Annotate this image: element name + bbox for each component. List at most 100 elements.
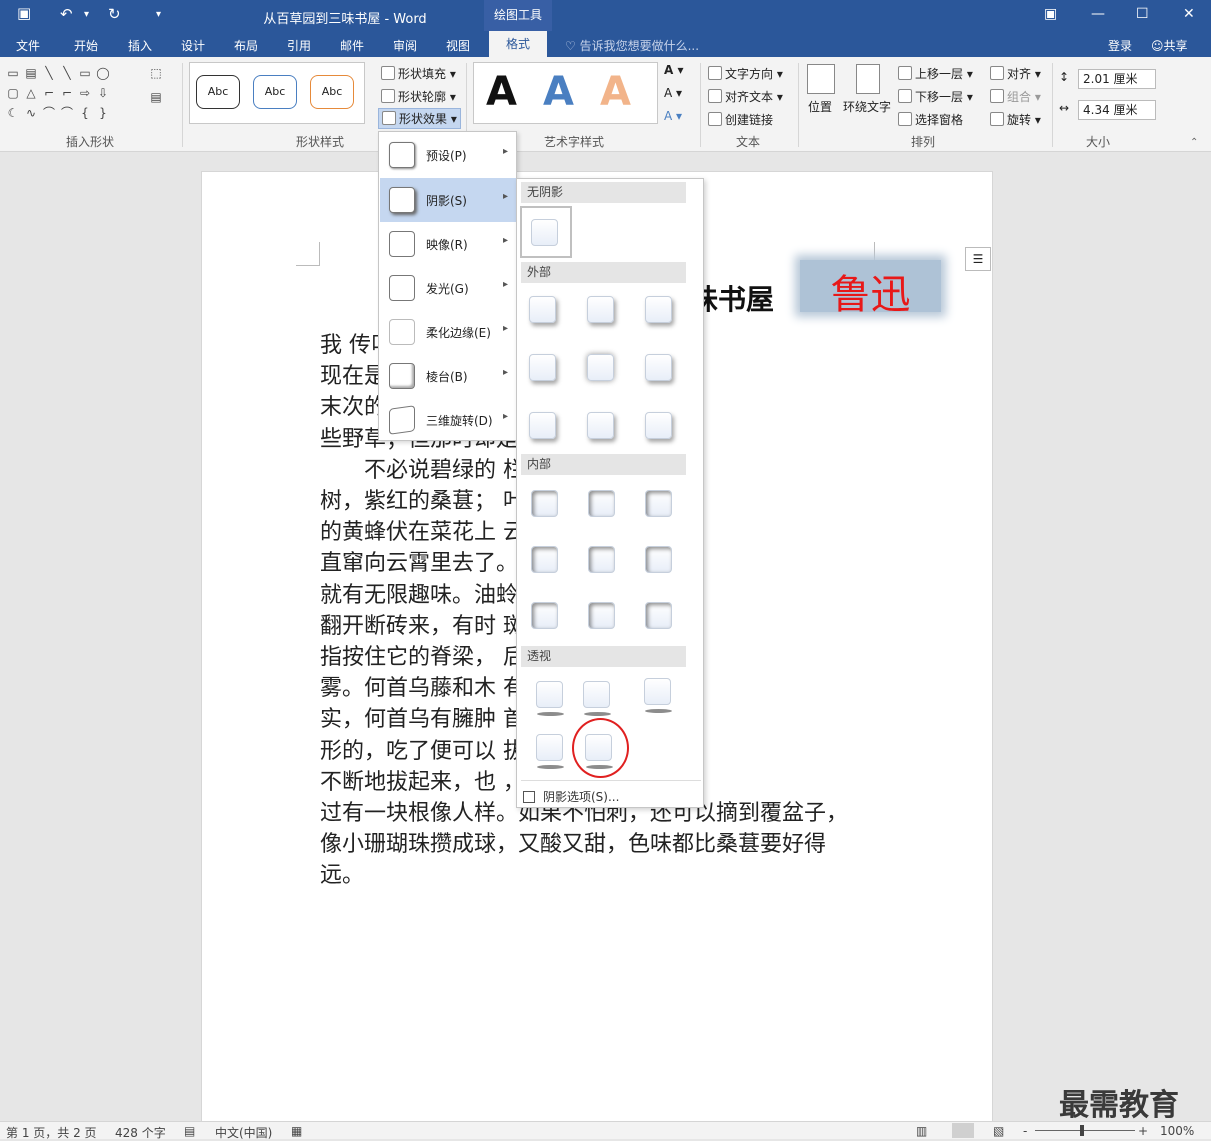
redo-icon[interactable]: ↻	[108, 5, 121, 23]
tab-layout[interactable]: 布局	[234, 37, 258, 54]
shape-wave[interactable]: ∿	[24, 107, 38, 119]
zoom-in-button[interactable]: +	[1138, 1124, 1148, 1138]
shadow-inner-option[interactable]	[588, 602, 615, 629]
restore-button[interactable]: ☐	[1136, 6, 1149, 22]
shadow-inner-option[interactable]	[588, 490, 615, 517]
zoom-out-button[interactable]: -	[1023, 1124, 1027, 1138]
menu-item-bevel[interactable]: 棱台(B) ▸	[380, 354, 516, 398]
close-button[interactable]: ✕	[1183, 6, 1195, 22]
align-text-button[interactable]: 对齐文本 ▾	[708, 88, 783, 105]
share-button[interactable]: ☺共享	[1151, 37, 1188, 54]
menu-item-soft-edges[interactable]: 柔化边缘(E) ▸	[380, 310, 516, 354]
shape-fill-button[interactable]: 形状填充 ▾	[381, 65, 456, 82]
save-icon[interactable]: ▣	[17, 4, 31, 22]
layout-options-icon[interactable]: ☰	[965, 247, 991, 271]
shape-right-brace[interactable]: }	[96, 107, 110, 119]
shape-outline-button[interactable]: 形状轮廓 ▾	[381, 88, 456, 105]
rotate-button[interactable]: 旋转 ▾	[990, 111, 1041, 128]
tab-review[interactable]: 审阅	[393, 37, 417, 54]
shadow-perspective-option[interactable]	[583, 681, 611, 716]
tab-view[interactable]: 视图	[446, 37, 470, 54]
word-count[interactable]: 428 个字	[115, 1124, 166, 1141]
shape-style-sample-black[interactable]: Abc	[196, 75, 240, 109]
shadow-perspective-option[interactable]	[536, 681, 564, 716]
shape-elbow-arrow[interactable]: ⌐	[60, 87, 74, 99]
width-field[interactable]: 4.34 厘米	[1078, 100, 1156, 120]
tell-me-search[interactable]: ♡ 告诉我您想要做什么...	[565, 37, 699, 54]
selection-pane-button[interactable]: 选择窗格	[898, 111, 963, 128]
shadow-inner-option[interactable]	[645, 546, 672, 573]
shadow-inner-option[interactable]	[645, 490, 672, 517]
position-button[interactable]: 位置	[808, 98, 832, 115]
height-field[interactable]: 2.01 厘米	[1078, 69, 1156, 89]
login-link[interactable]: 登录	[1108, 37, 1132, 54]
edit-shape-icon[interactable]: ⬚	[149, 67, 163, 79]
shadow-options-link[interactable]: 阴影选项(S)...	[523, 788, 619, 805]
shape-rectangle[interactable]: ▭	[78, 67, 92, 79]
shadow-inner-option[interactable]	[531, 602, 558, 629]
shape-moon[interactable]: ☾	[6, 107, 20, 119]
proofing-icon[interactable]: ▤	[184, 1124, 195, 1138]
menu-item-glow[interactable]: 发光(G) ▸	[380, 266, 516, 310]
shape-left-brace[interactable]: {	[78, 107, 92, 119]
shadow-perspective-option[interactable]	[644, 678, 672, 713]
shadow-inner-option[interactable]	[531, 490, 558, 517]
tab-references[interactable]: 引用	[287, 37, 311, 54]
text-fill-button[interactable]: A ▾	[664, 63, 684, 77]
customize-qat-icon[interactable]: ▾	[156, 9, 161, 20]
group-button[interactable]: 组合 ▾	[990, 88, 1041, 105]
shadow-outer-option[interactable]	[587, 296, 614, 323]
bring-forward-button[interactable]: 上移一层 ▾	[898, 65, 973, 82]
undo-icon[interactable]: ↶	[60, 5, 73, 23]
wordart-black-style[interactable]: A	[486, 69, 517, 115]
shadow-outer-option[interactable]	[587, 412, 614, 439]
shape-effects-button[interactable]: 形状效果 ▾	[378, 108, 461, 129]
page-count[interactable]: 第 1 页，共 2 页	[6, 1124, 97, 1141]
shadow-inner-option[interactable]	[645, 602, 672, 629]
shape-oval[interactable]: ◯	[96, 67, 110, 79]
shadow-outer-option[interactable]	[529, 354, 556, 381]
wordart-blue-style[interactable]: A	[543, 69, 574, 115]
wrap-text-button[interactable]: 环绕文字	[843, 98, 891, 115]
tab-file[interactable]: 文件	[16, 37, 40, 54]
text-outline-button[interactable]: A ▾	[664, 86, 682, 100]
menu-item-preset[interactable]: 预设(P) ▸	[380, 133, 516, 177]
shadow-outer-option[interactable]	[645, 412, 672, 439]
align-button[interactable]: 对齐 ▾	[990, 65, 1041, 82]
tab-insert[interactable]: 插入	[128, 37, 152, 54]
shape-line[interactable]: ╲	[42, 67, 56, 79]
zoom-slider-thumb[interactable]	[1080, 1125, 1084, 1136]
menu-item-reflection[interactable]: 映像(R) ▸	[380, 222, 516, 266]
send-backward-button[interactable]: 下移一层 ▾	[898, 88, 973, 105]
print-layout-icon[interactable]	[952, 1123, 974, 1138]
web-layout-icon[interactable]: ▧	[993, 1124, 1004, 1138]
shadow-perspective-option[interactable]	[536, 734, 564, 769]
wordart-orange-style[interactable]: A	[600, 69, 631, 115]
undo-dropdown-icon[interactable]: ▾	[84, 9, 89, 20]
shape-rect[interactable]: ▭	[6, 67, 20, 79]
tab-home[interactable]: 开始	[74, 37, 98, 54]
shape-down-arrow[interactable]: ⇩	[96, 87, 110, 99]
shape-arc[interactable]: ⌒	[42, 107, 56, 119]
shadow-outer-option[interactable]	[529, 412, 556, 439]
shadow-inner-option[interactable]	[531, 546, 558, 573]
tab-mailings[interactable]: 邮件	[340, 37, 364, 54]
zoom-level[interactable]: 100%	[1160, 1124, 1194, 1138]
text-effects-button[interactable]: A ▾	[664, 109, 682, 123]
shadow-inner-option[interactable]	[588, 546, 615, 573]
draw-textbox-icon[interactable]: ▤	[149, 91, 163, 103]
shape-rounded-rect[interactable]: ▢	[6, 87, 20, 99]
shadow-outer-option[interactable]	[645, 296, 672, 323]
zoom-slider[interactable]	[1035, 1130, 1135, 1131]
shape-style-sample-blue[interactable]: Abc	[253, 75, 297, 109]
menu-item-shadow[interactable]: 阴影(S) ▸	[380, 178, 516, 222]
ribbon-display-options-icon[interactable]: ▣	[1044, 6, 1057, 22]
tab-format[interactable]: 格式	[489, 31, 547, 58]
create-link-button[interactable]: 创建链接	[708, 111, 773, 128]
language[interactable]: 中文(中国)	[215, 1124, 272, 1141]
shape-curve[interactable]: ⌒	[60, 107, 74, 119]
read-mode-icon[interactable]: ▥	[916, 1124, 927, 1138]
shape-right-arrow[interactable]: ⇨	[78, 87, 92, 99]
macro-icon[interactable]: ▦	[291, 1124, 302, 1138]
shadow-none-option[interactable]	[531, 219, 558, 246]
